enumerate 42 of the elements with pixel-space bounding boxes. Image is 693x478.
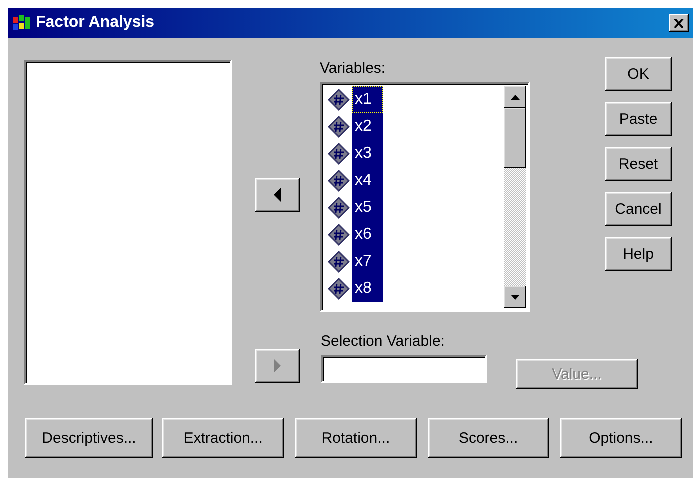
window-title: Factor Analysis <box>36 14 156 32</box>
numeric-variable-icon <box>328 250 350 272</box>
dialog-button[interactable]: Paste <box>605 102 672 136</box>
dialog-button[interactable]: Cancel <box>605 192 672 226</box>
variable-item[interactable]: x6 <box>352 221 383 248</box>
numeric-variable-icon <box>328 88 350 110</box>
dialog-button[interactable]: Scores... <box>428 418 550 458</box>
variable-item[interactable]: x2 <box>352 113 383 140</box>
scroll-thumb[interactable] <box>504 108 526 168</box>
numeric-variable-icon <box>328 224 350 246</box>
move-button[interactable] <box>255 349 300 383</box>
app-logo-icon <box>12 14 32 32</box>
source-variable-list[interactable] <box>24 60 232 385</box>
dialog-button[interactable]: Rotation... <box>295 418 417 458</box>
up-arrow-icon <box>510 94 520 100</box>
scroll-up-button[interactable] <box>504 86 526 108</box>
close-button[interactable] <box>669 14 689 32</box>
dialog-button[interactable]: Help <box>605 237 672 271</box>
numeric-variable-icon <box>328 196 350 218</box>
dialog-button[interactable]: Descriptives... <box>25 418 154 458</box>
dialog-button[interactable]: OK <box>605 57 672 91</box>
scroll-down-button[interactable] <box>504 286 526 308</box>
variable-item[interactable]: x8 <box>352 275 383 302</box>
variable-item[interactable]: x3 <box>352 140 383 167</box>
variable-item[interactable]: x7 <box>352 248 383 275</box>
variables-label: Variables: <box>320 60 387 79</box>
variable-item[interactable]: x5 <box>352 194 383 221</box>
close-icon <box>674 18 684 28</box>
scrollbar[interactable] <box>504 86 526 308</box>
move-button[interactable] <box>255 178 300 212</box>
numeric-variable-icon <box>328 116 350 138</box>
dialog-button[interactable]: Extraction... <box>162 418 284 458</box>
numeric-variable-icon <box>328 170 350 192</box>
numeric-variable-icon <box>328 278 350 300</box>
numeric-variable-icon <box>328 142 350 164</box>
dialog-button[interactable]: Reset <box>605 147 672 181</box>
variable-item[interactable]: x1 <box>352 86 383 113</box>
variable-item[interactable]: x4 <box>352 167 383 194</box>
down-arrow-icon <box>510 294 520 300</box>
selection-variable-field[interactable] <box>321 355 487 383</box>
selection-variable-label: Selection Variable: <box>321 333 446 352</box>
dialog-button[interactable]: Options... <box>560 418 682 458</box>
